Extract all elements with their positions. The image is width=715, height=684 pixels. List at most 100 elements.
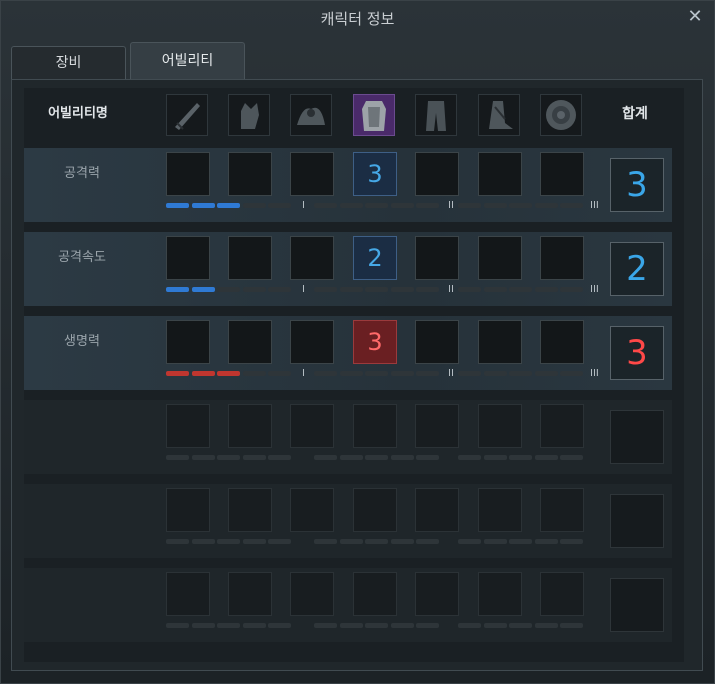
ability-slot[interactable] xyxy=(415,488,459,532)
progress-segment xyxy=(390,203,414,208)
progress-segment xyxy=(483,287,507,292)
ability-slot[interactable]: 3 xyxy=(353,152,397,196)
armor-icon[interactable] xyxy=(353,94,395,136)
progress-segment xyxy=(339,203,363,208)
total-header: 합계 xyxy=(622,106,648,122)
weapon-icon[interactable] xyxy=(166,94,208,136)
ability-slot[interactable] xyxy=(478,320,522,364)
progress-segment xyxy=(242,623,266,628)
tier-marker: III xyxy=(590,368,599,379)
close-icon[interactable]: ✕ xyxy=(684,7,706,29)
progress-segment xyxy=(314,287,337,292)
progress-segment xyxy=(509,287,532,292)
progress-segment xyxy=(242,539,266,544)
tier-marker: II xyxy=(448,368,454,379)
ability-slot[interactable] xyxy=(478,572,522,616)
progress-segment xyxy=(268,371,291,376)
progress-segment xyxy=(191,623,215,628)
progress-segment xyxy=(191,203,215,208)
tier-marker: III xyxy=(590,284,599,295)
ability-slot[interactable] xyxy=(166,236,210,280)
ability-panel: 어빌리티명 합계 공격력 3 I II III 3 공격속도 2 I II III 2 생명력 3 I II I… xyxy=(11,79,703,671)
progress-segment xyxy=(339,287,363,292)
glove-icon[interactable] xyxy=(228,94,270,136)
ability-slot[interactable] xyxy=(478,488,522,532)
progress-segment xyxy=(166,539,189,544)
ability-slot[interactable] xyxy=(166,320,210,364)
ability-progress-bar xyxy=(166,539,606,547)
total-value: 3 xyxy=(626,333,648,373)
ability-progress-bar: I II III xyxy=(166,200,606,211)
ability-row: 공격속도 2 I II III 2 xyxy=(24,232,672,306)
ability-total: 3 xyxy=(610,326,664,380)
ability-slot[interactable] xyxy=(478,404,522,448)
ability-slot[interactable] xyxy=(540,236,584,280)
slot-value: 2 xyxy=(367,244,383,272)
ability-slot[interactable] xyxy=(290,488,334,532)
ability-slot[interactable]: 3 xyxy=(353,320,397,364)
progress-segment xyxy=(365,455,388,460)
progress-segment xyxy=(339,539,363,544)
shoulder-icon[interactable] xyxy=(290,94,332,136)
ability-slot[interactable] xyxy=(228,236,272,280)
ability-slot[interactable] xyxy=(415,320,459,364)
ability-slot[interactable] xyxy=(478,236,522,280)
ability-slot[interactable] xyxy=(540,152,584,196)
tab-equipment[interactable]: 장비 xyxy=(11,46,126,79)
ability-slot[interactable] xyxy=(540,572,584,616)
progress-segment xyxy=(534,455,558,460)
ability-slot[interactable] xyxy=(415,572,459,616)
progress-segment xyxy=(242,371,266,376)
ability-slot[interactable]: 2 xyxy=(353,236,397,280)
tab-ability[interactable]: 어빌리티 xyxy=(130,42,245,79)
slot-value: 3 xyxy=(367,328,383,356)
ability-slot[interactable] xyxy=(228,488,272,532)
ability-slot[interactable] xyxy=(415,404,459,448)
progress-segment xyxy=(416,371,439,376)
ability-slot[interactable] xyxy=(290,320,334,364)
slot-value: 3 xyxy=(367,160,383,188)
ability-slot[interactable] xyxy=(540,320,584,364)
ability-slot[interactable] xyxy=(166,572,210,616)
progress-segment xyxy=(509,455,532,460)
ability-slot[interactable] xyxy=(478,152,522,196)
progress-segment xyxy=(166,455,189,460)
ability-slot[interactable] xyxy=(353,404,397,448)
ability-slot[interactable] xyxy=(228,404,272,448)
progress-segment xyxy=(458,287,481,292)
tier-marker: III xyxy=(590,200,599,211)
progress-segment xyxy=(509,203,532,208)
ability-slot[interactable] xyxy=(290,236,334,280)
ability-slot[interactable] xyxy=(290,404,334,448)
ability-slot[interactable] xyxy=(228,320,272,364)
progress-segment xyxy=(268,455,291,460)
ability-slot[interactable] xyxy=(228,572,272,616)
ability-slot[interactable] xyxy=(353,488,397,532)
progress-segment xyxy=(217,539,240,544)
ability-slot[interactable] xyxy=(290,152,334,196)
ability-slot[interactable] xyxy=(228,152,272,196)
shield-icon[interactable] xyxy=(540,94,582,136)
ability-progress-bar xyxy=(166,455,606,463)
ability-total xyxy=(610,578,664,632)
ability-slot[interactable] xyxy=(166,488,210,532)
boots-icon[interactable] xyxy=(478,94,520,136)
ability-slot[interactable] xyxy=(166,152,210,196)
progress-segment xyxy=(560,203,583,208)
progress-segment xyxy=(560,623,583,628)
pants-icon[interactable] xyxy=(415,94,457,136)
progress-segment xyxy=(217,371,240,376)
progress-segment xyxy=(217,203,240,208)
ability-slot[interactable] xyxy=(166,404,210,448)
ability-total xyxy=(610,494,664,548)
ability-slot[interactable] xyxy=(415,236,459,280)
ability-slot[interactable] xyxy=(540,404,584,448)
ability-slot[interactable] xyxy=(290,572,334,616)
tier-marker: II xyxy=(448,200,454,211)
progress-segment xyxy=(416,539,439,544)
ability-slot[interactable] xyxy=(415,152,459,196)
progress-segment xyxy=(166,203,189,208)
ability-slot[interactable] xyxy=(540,488,584,532)
ability-slot[interactable] xyxy=(353,572,397,616)
ability-table: 어빌리티명 합계 공격력 3 I II III 3 공격속도 2 I II III 2 생명력 3 I II I… xyxy=(24,88,684,662)
